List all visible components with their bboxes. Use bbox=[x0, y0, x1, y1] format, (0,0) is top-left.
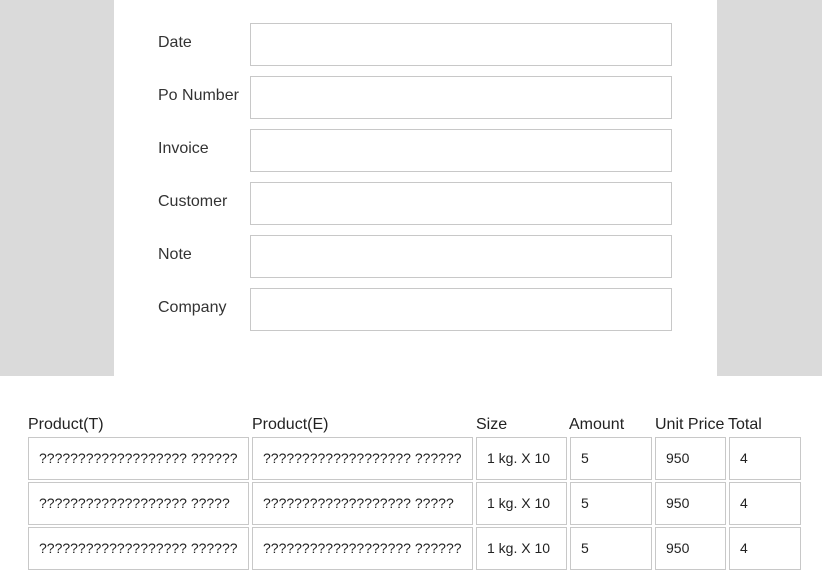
row-2-total-cell[interactable]: 4 bbox=[729, 482, 801, 525]
row-1-total-cell[interactable]: 4 bbox=[729, 437, 801, 480]
form-panel: Date Po Number Invoice Customer Note Com… bbox=[114, 0, 717, 376]
customer-row: Customer bbox=[114, 182, 717, 225]
row-3-size-cell[interactable]: 1 kg. X 10 bbox=[476, 527, 567, 570]
row-2-amount-cell[interactable]: 5 bbox=[570, 482, 652, 525]
row-3-amount-cell[interactable]: 5 bbox=[570, 527, 652, 570]
row-2-product-t-cell[interactable]: ??????????????????? ????? bbox=[28, 482, 249, 525]
date-input[interactable] bbox=[250, 23, 672, 66]
row-3-product-t-cell[interactable]: ??????????????????? ?????? bbox=[28, 527, 249, 570]
row-1-product-t-cell[interactable]: ??????????????????? ?????? bbox=[28, 437, 249, 480]
right-margin bbox=[717, 0, 822, 376]
po-number-row: Po Number bbox=[114, 76, 717, 119]
row-1-unit-price-cell[interactable]: 950 bbox=[655, 437, 726, 480]
left-margin bbox=[0, 0, 114, 376]
row-1-size-cell[interactable]: 1 kg. X 10 bbox=[476, 437, 567, 480]
row-2-size-cell[interactable]: 1 kg. X 10 bbox=[476, 482, 567, 525]
company-input[interactable] bbox=[250, 288, 672, 331]
row-1-amount-cell[interactable]: 5 bbox=[570, 437, 652, 480]
date-row: Date bbox=[114, 23, 717, 66]
header-total: Total bbox=[728, 416, 762, 433]
row-3-product-e-cell[interactable]: ??????????????????? ?????? bbox=[252, 527, 473, 570]
header-unit-price: Unit Price bbox=[655, 416, 725, 433]
invoice-input[interactable] bbox=[250, 129, 672, 172]
company-row: Company bbox=[114, 288, 717, 331]
customer-label: Customer bbox=[158, 193, 228, 210]
header-amount: Amount bbox=[569, 416, 625, 433]
header-product-t: Product(T) bbox=[28, 416, 104, 433]
invoice-row: Invoice bbox=[114, 129, 717, 172]
date-label: Date bbox=[158, 34, 192, 51]
invoice-label: Invoice bbox=[158, 140, 209, 157]
po-number-input[interactable] bbox=[250, 76, 672, 119]
row-2-unit-price-cell[interactable]: 950 bbox=[655, 482, 726, 525]
customer-input[interactable] bbox=[250, 182, 672, 225]
po-number-label: Po Number bbox=[158, 87, 239, 104]
header-product-e: Product(E) bbox=[252, 416, 329, 433]
note-row: Note bbox=[114, 235, 717, 278]
note-label: Note bbox=[158, 246, 192, 263]
company-label: Company bbox=[158, 299, 227, 316]
row-2-product-e-cell[interactable]: ??????????????????? ????? bbox=[252, 482, 473, 525]
header-size: Size bbox=[476, 416, 508, 433]
note-input[interactable] bbox=[250, 235, 672, 278]
row-1-product-e-cell[interactable]: ??????????????????? ?????? bbox=[252, 437, 473, 480]
row-3-total-cell[interactable]: 4 bbox=[729, 527, 801, 570]
row-3-unit-price-cell[interactable]: 950 bbox=[655, 527, 726, 570]
